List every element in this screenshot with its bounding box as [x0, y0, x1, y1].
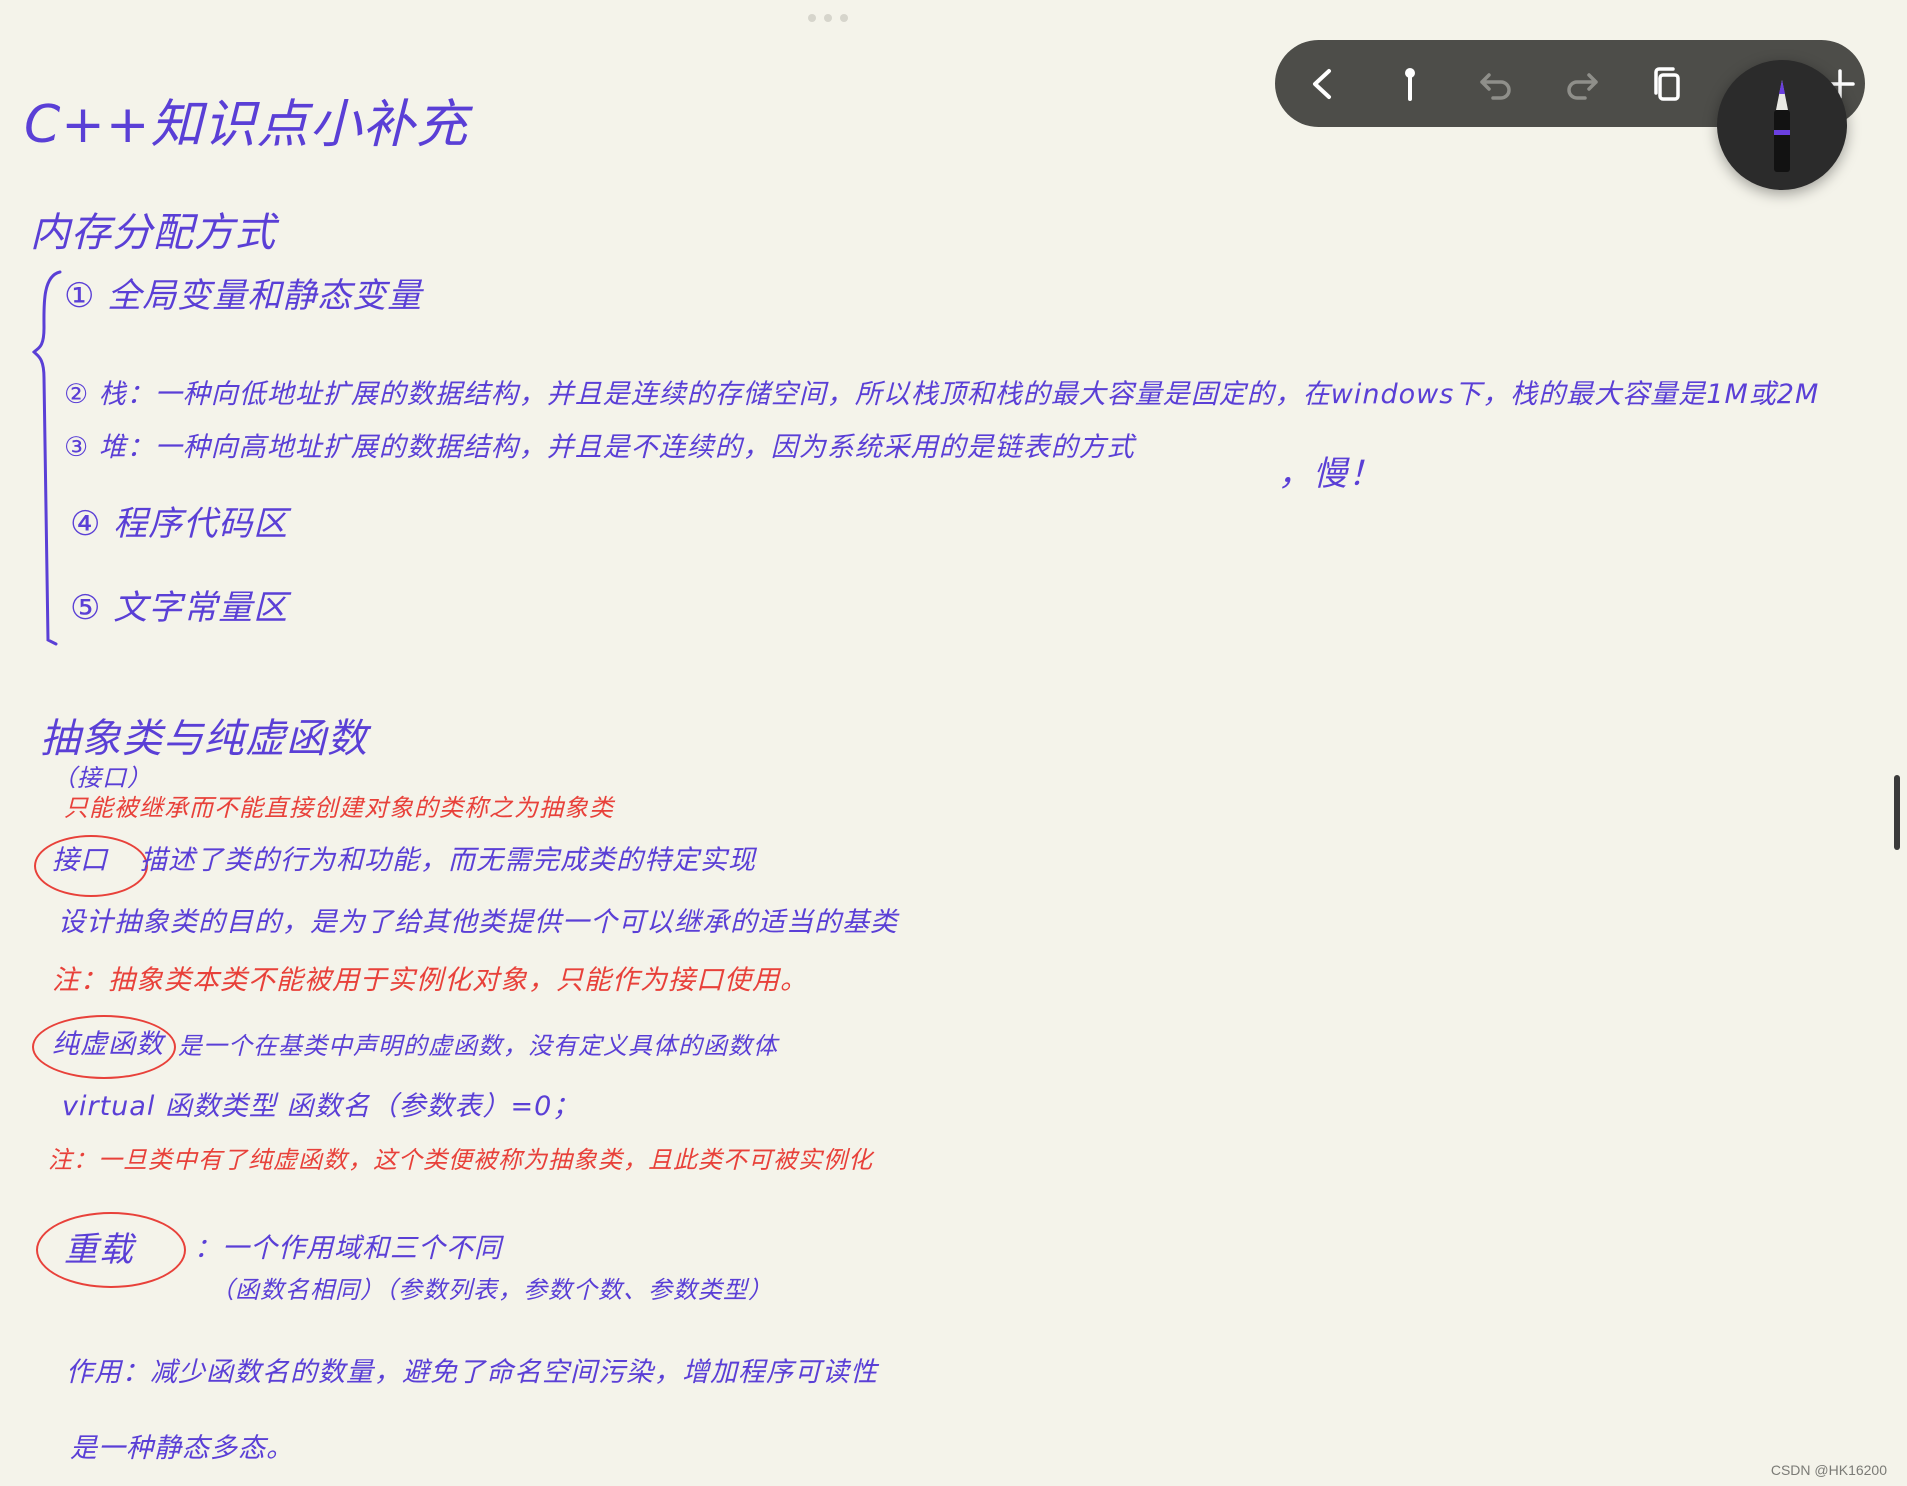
abstract-note-2: 注：一旦类中有了纯虚函数，这个类便被称为抽象类，且此类不可被实例化 — [48, 1146, 873, 1174]
interface-description: 描述了类的行为和功能，而无需完成类的特定实现 — [140, 845, 756, 876]
overload-word: 重载 — [64, 1230, 134, 1270]
abstract-heading: 抽象类与纯虚函数 — [40, 716, 368, 762]
redo-icon[interactable] — [1561, 63, 1603, 105]
copy-icon[interactable] — [1647, 63, 1689, 105]
pen-icon — [1774, 80, 1790, 172]
memory-item-2: ② 栈：一种向低地址扩展的数据结构，并且是连续的存储空间，所以栈顶和栈的最大容量… — [64, 379, 1820, 410]
abstract-note-1: 注：抽象类本类不能被用于实例化对象，只能作为接口使用。 — [52, 965, 808, 996]
pure-virtual-word: 纯虚函数 — [52, 1029, 164, 1060]
memory-item-3: ③ 堆：一种向高地址扩展的数据结构，并且是不连续的，因为系统采用的是链表的方式 — [64, 432, 1135, 463]
abstract-purpose: 设计抽象类的目的，是为了给其他类提供一个可以继承的适当的基类 — [58, 907, 898, 938]
watermark: CSDN @HK16200 — [1770, 1462, 1887, 1478]
memory-heading: 内存分配方式 — [30, 210, 276, 256]
overload-kind: 是一种静态多态。 — [70, 1433, 294, 1464]
memory-item-4: ④ 程序代码区 — [70, 504, 289, 544]
memory-item-1: ① 全局变量和静态变量 — [64, 276, 423, 316]
back-icon[interactable] — [1303, 63, 1345, 105]
note-title: C++知识点小补充 — [24, 95, 469, 155]
abstract-definition: 只能被继承而不能直接创建对象的类称之为抽象类 — [64, 794, 614, 822]
interface-word: 接口 — [52, 845, 108, 876]
overload-description: ：一个作用域和三个不同 — [194, 1233, 502, 1264]
pin-icon[interactable] — [1389, 63, 1431, 105]
overload-details: （函数名相同）（参数列表，参数个数、参数类型） — [210, 1276, 773, 1304]
overload-effect: 作用：减少函数名的数量，避免了命名空间污染，增加程序可读性 — [66, 1357, 878, 1388]
heap-note: ，慢！ — [1278, 454, 1383, 494]
page-indicator — [808, 14, 848, 22]
undo-icon[interactable] — [1475, 63, 1517, 105]
pure-virtual-syntax: virtual 函数类型 函数名（参数表）=0； — [62, 1091, 581, 1122]
memory-item-5: ⑤ 文字常量区 — [70, 588, 289, 628]
scrollbar[interactable] — [1894, 775, 1900, 850]
pure-virtual-description: 是一个在基类中声明的虚函数，没有定义具体的函数体 — [178, 1032, 778, 1060]
pen-tool-button[interactable] — [1717, 60, 1847, 190]
brace-drawing — [31, 270, 62, 646]
